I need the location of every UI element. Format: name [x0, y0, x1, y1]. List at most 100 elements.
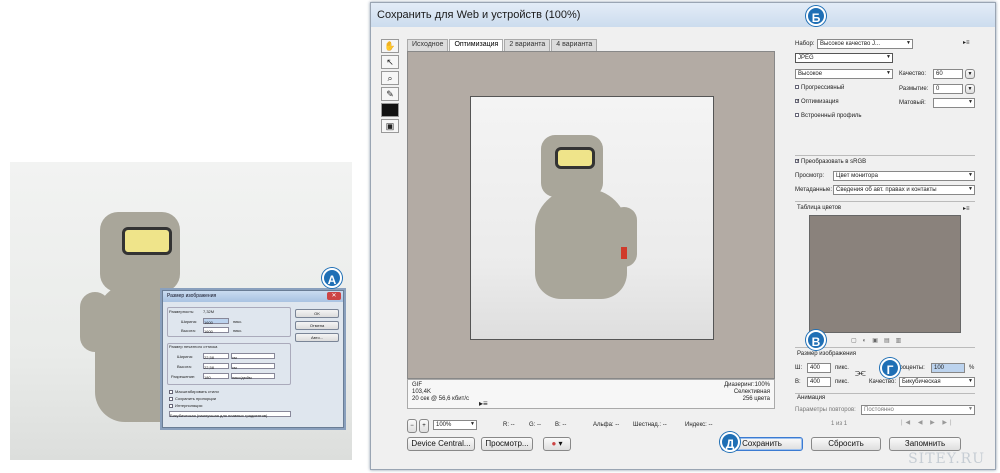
cancel-button[interactable]: Отмена — [295, 321, 339, 330]
srgb-checkbox[interactable]: ✓Преобразовать в sRGB — [795, 159, 866, 165]
status-g: G: -- — [529, 422, 541, 428]
status-r: R: -- — [503, 422, 515, 428]
info-size: 103,4K — [412, 389, 432, 395]
remember-button[interactable]: Запомнить — [889, 437, 961, 451]
loop-label: Параметры повторов: — [795, 407, 856, 413]
quality-preset-select[interactable]: Высокое — [795, 69, 893, 79]
color-table-menu-icon[interactable]: ▸≡ — [963, 205, 970, 212]
width-label: Ш: — [795, 365, 803, 371]
zoom-tool-icon[interactable]: ⌕ — [381, 71, 399, 85]
print-height-field[interactable]: 22,58 — [203, 363, 229, 370]
percent-field[interactable]: 100 — [931, 363, 965, 373]
ok-button[interactable]: OK — [295, 309, 339, 318]
quality-slider-button[interactable]: ▼ — [965, 69, 975, 79]
optimized-checkbox[interactable]: ✓Оптимизация — [795, 99, 839, 105]
print-height-label: Высота: — [177, 364, 192, 369]
preset-label: Набор: — [795, 41, 815, 47]
constrain-checkbox[interactable]: Сохранить пропорции — [169, 396, 216, 401]
color-table-title: Таблица цветов — [797, 205, 842, 211]
auto-button[interactable]: Авто... — [295, 333, 339, 342]
quality-field[interactable]: 60 — [933, 69, 963, 79]
reset-button[interactable]: Сбросить — [811, 437, 881, 451]
print-width-unit[interactable]: см — [231, 353, 275, 360]
image-size-title: Размер изображения — [797, 351, 857, 357]
tab-4up[interactable]: 4 варианта — [551, 39, 598, 51]
device-central-button[interactable]: Device Central... — [407, 437, 475, 451]
info-menu-icon[interactable]: ▸≡ — [479, 399, 488, 408]
progressive-checkbox[interactable]: Прогрессивный — [795, 85, 844, 91]
resolution-label: Разрешение: — [171, 374, 196, 379]
quality-method-label: Качество: — [869, 379, 897, 385]
width-unit[interactable]: пикс. — [233, 319, 242, 324]
width-field[interactable]: 400 — [807, 363, 831, 373]
metadata-label: Метаданные: — [795, 187, 833, 193]
height-field[interactable]: 1600 — [203, 327, 229, 334]
panel-menu-icon[interactable]: ▸≡ — [963, 39, 970, 46]
preview-browser-button[interactable]: Просмотр... — [481, 437, 533, 451]
interpolation-select[interactable]: Бикубическая (наилучшая для плавных град… — [169, 411, 291, 418]
height-label: В: — [795, 379, 801, 385]
preview-select[interactable]: Цвет монитора — [833, 171, 975, 181]
matte-select[interactable] — [933, 98, 975, 108]
badge-b: Б — [806, 6, 826, 26]
dimensions-label: Размерность: — [169, 309, 195, 314]
color-table-tools-icon[interactable]: ▢◐▣▤▥ — [851, 337, 907, 344]
optimization-info: GIF 103,4K 20 сек @ 56,6 кбит/с Диазерин… — [407, 379, 775, 409]
height-label: Высота: — [181, 328, 196, 333]
dialog-title: Размер изображения — [163, 291, 343, 302]
resolution-unit[interactable]: пикс/дюйм — [231, 373, 275, 380]
loop-select[interactable]: Постоянно — [861, 405, 975, 415]
blur-slider-button[interactable]: ▼ — [965, 84, 975, 94]
blur-field[interactable]: 0 — [933, 84, 963, 94]
animation-controls-icon[interactable]: |◀ ◀ ▶ ▶| — [901, 419, 955, 426]
format-select[interactable]: JPEG — [795, 53, 893, 63]
tab-optimized[interactable]: Оптимизация — [449, 39, 504, 51]
zoom-in-button[interactable]: + — [419, 419, 429, 433]
badge-g: Г — [880, 358, 900, 378]
metadata-select[interactable]: Сведения об авт. правах и контакты — [833, 185, 975, 195]
info-time: 20 сек @ 56,6 кбит/с — [412, 396, 470, 402]
icc-profile-checkbox[interactable]: Встроенный профиль — [795, 113, 862, 119]
tab-2up[interactable]: 2 варианта — [504, 39, 551, 51]
tab-original[interactable]: Исходное — [407, 39, 449, 51]
hand-tool-icon[interactable]: ✋ — [381, 39, 399, 53]
zoom-out-button[interactable]: − — [407, 419, 417, 433]
preview-canvas[interactable] — [407, 51, 775, 379]
print-width-field[interactable]: 22,58 — [203, 353, 229, 360]
width-field[interactable]: 1600 — [203, 318, 229, 325]
info-colors: 256 цвета — [742, 396, 770, 402]
browser-select[interactable]: ● ▾ — [543, 437, 571, 451]
badge-a: А — [322, 268, 342, 288]
height-unit: пикс. — [835, 379, 849, 385]
eyedropper-color-swatch[interactable] — [381, 103, 399, 117]
matte-label: Матовый: — [899, 100, 926, 106]
dimensions-value: 7,32M — [203, 309, 215, 314]
eyedropper-icon[interactable]: ✎ — [381, 87, 399, 101]
resolution-field[interactable]: 180 — [203, 373, 229, 380]
zoom-select[interactable]: 100% — [433, 420, 477, 430]
ninja-mask — [122, 227, 172, 255]
info-format: GIF — [412, 382, 422, 388]
print-height-unit[interactable]: см — [231, 363, 275, 370]
height-field[interactable]: 400 — [807, 377, 831, 387]
image-size-dialog: Размер изображения ✕ Размерность: 7,32M … — [162, 290, 344, 428]
status-hex: Шестнад.: -- — [633, 422, 667, 428]
scale-styles-checkbox[interactable]: Масштабировать стили — [169, 389, 219, 394]
quality-method-select[interactable]: Бикубическая — [899, 377, 975, 387]
quality-label: Качество: — [899, 71, 927, 77]
height-unit[interactable]: пикс. — [233, 328, 242, 333]
color-table[interactable] — [809, 215, 961, 333]
close-icon[interactable]: ✕ — [327, 292, 341, 300]
frame-counter: 1 из 1 — [831, 421, 848, 427]
status-index: Индекс: -- — [685, 422, 713, 428]
blur-label: Размытие: — [899, 86, 929, 92]
status-alpha: Альфа: -- — [593, 422, 620, 428]
print-size-group-label: Размер печатного оттиска — [169, 344, 218, 349]
preset-select[interactable]: Высокое качество J... — [817, 39, 913, 49]
toggle-slices-icon[interactable]: ▣ — [381, 119, 399, 133]
window-title: Сохранить для Web и устройств (100%) — [371, 3, 995, 27]
resample-checkbox[interactable]: Интерполяция: — [169, 403, 203, 408]
browser-icon: ● — [551, 439, 557, 448]
slice-select-icon[interactable]: ↖ — [381, 55, 399, 69]
link-icon[interactable]: ⫘ — [855, 365, 866, 380]
